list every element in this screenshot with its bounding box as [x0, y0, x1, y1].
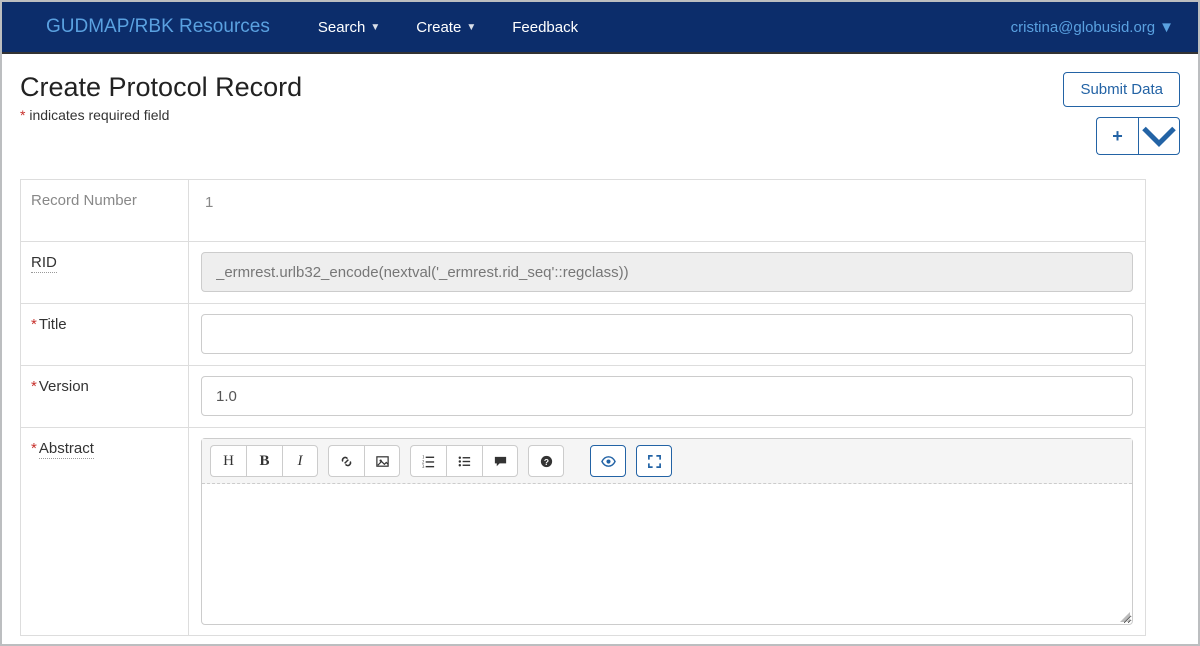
caret-down-icon: ▼: [1159, 19, 1174, 36]
value-abstract: H B I: [189, 428, 1145, 635]
editor-textarea[interactable]: [202, 484, 1132, 624]
tb-group-insert: [328, 445, 400, 477]
row-record-number: Record Number 1: [21, 180, 1145, 242]
resize-grip-icon[interactable]: [1120, 612, 1130, 622]
title-input[interactable]: [201, 314, 1133, 354]
top-actions: Submit Data +: [1063, 72, 1180, 155]
label-version: *Version: [21, 366, 189, 427]
nav-item-feedback[interactable]: Feedback: [494, 1, 596, 53]
required-note-text: indicates required field: [25, 107, 169, 123]
heading-button[interactable]: H: [210, 445, 246, 477]
ol-icon: 123: [421, 454, 436, 469]
help-icon: ?: [539, 454, 554, 469]
tb-group-text: H B I: [210, 445, 318, 477]
help-button[interactable]: ?: [528, 445, 564, 477]
content: Create Protocol Record * indicates requi…: [2, 54, 1198, 636]
nav-item-search[interactable]: Search ▼: [300, 1, 398, 53]
value-title: [189, 304, 1145, 365]
chevron-down-icon: [1139, 116, 1179, 156]
caret-down-icon: ▼: [370, 22, 380, 33]
row-version: *Version: [21, 366, 1145, 428]
label-record-number: Record Number: [21, 180, 189, 241]
label-rid: RID: [21, 242, 189, 303]
ordered-list-button[interactable]: 123: [410, 445, 446, 477]
eye-icon: [601, 454, 616, 469]
required-asterisk: *: [31, 440, 37, 457]
nav-item-create[interactable]: Create ▼: [398, 1, 494, 53]
user-label: cristina@globusid.org: [1011, 19, 1155, 36]
label-title: *Title: [21, 304, 189, 365]
add-record-button-group: +: [1096, 117, 1180, 155]
svg-text:3: 3: [422, 465, 425, 469]
heading-icon: H: [223, 453, 234, 470]
required-note: * indicates required field: [20, 107, 1180, 123]
rid-input: [201, 252, 1133, 292]
tb-group-list: 123: [410, 445, 518, 477]
bold-icon: B: [259, 453, 269, 470]
record-number-value: 1: [201, 190, 213, 211]
app-frame: GUDMAP/RBK Resources Search ▼ Create ▼ F…: [0, 0, 1200, 646]
navbar: GUDMAP/RBK Resources Search ▼ Create ▼ F…: [2, 2, 1198, 54]
label-abstract: *Abstract: [21, 428, 189, 635]
link-button[interactable]: [328, 445, 364, 477]
nav-label: Create: [416, 19, 461, 36]
preview-button[interactable]: [590, 445, 626, 477]
add-record-button[interactable]: +: [1096, 117, 1138, 155]
editor-toolbar: H B I: [202, 439, 1132, 484]
version-input[interactable]: [201, 376, 1133, 416]
comment-button[interactable]: [482, 445, 518, 477]
image-icon: [375, 454, 390, 469]
value-version: [189, 366, 1145, 427]
page-title: Create Protocol Record: [20, 72, 1180, 103]
bold-button[interactable]: B: [246, 445, 282, 477]
fullscreen-icon: [647, 454, 662, 469]
link-icon: [339, 454, 354, 469]
markdown-editor: H B I: [201, 438, 1133, 625]
unordered-list-button[interactable]: [446, 445, 482, 477]
row-abstract: *Abstract H B: [21, 428, 1145, 635]
brand[interactable]: GUDMAP/RBK Resources: [46, 16, 270, 38]
image-button[interactable]: [364, 445, 400, 477]
plus-icon: +: [1112, 126, 1123, 147]
caret-down-icon: ▼: [466, 22, 476, 33]
form-table: Record Number 1 RID *Title: [20, 179, 1146, 636]
comment-icon: [493, 454, 508, 469]
italic-button[interactable]: I: [282, 445, 318, 477]
fullscreen-button[interactable]: [636, 445, 672, 477]
ul-icon: [457, 454, 472, 469]
value-rid: [189, 242, 1145, 303]
required-asterisk: *: [31, 316, 37, 333]
value-record-number: 1: [189, 180, 1145, 241]
svg-text:?: ?: [543, 456, 548, 466]
nav-label: Feedback: [512, 19, 578, 36]
row-rid: RID: [21, 242, 1145, 304]
required-asterisk: *: [31, 378, 37, 395]
submit-data-button[interactable]: Submit Data: [1063, 72, 1180, 107]
add-record-dropdown[interactable]: [1138, 117, 1180, 155]
nav-label: Search: [318, 19, 366, 36]
italic-icon: I: [298, 453, 303, 470]
user-menu[interactable]: cristina@globusid.org ▼: [1011, 19, 1174, 36]
row-title: *Title: [21, 304, 1145, 366]
